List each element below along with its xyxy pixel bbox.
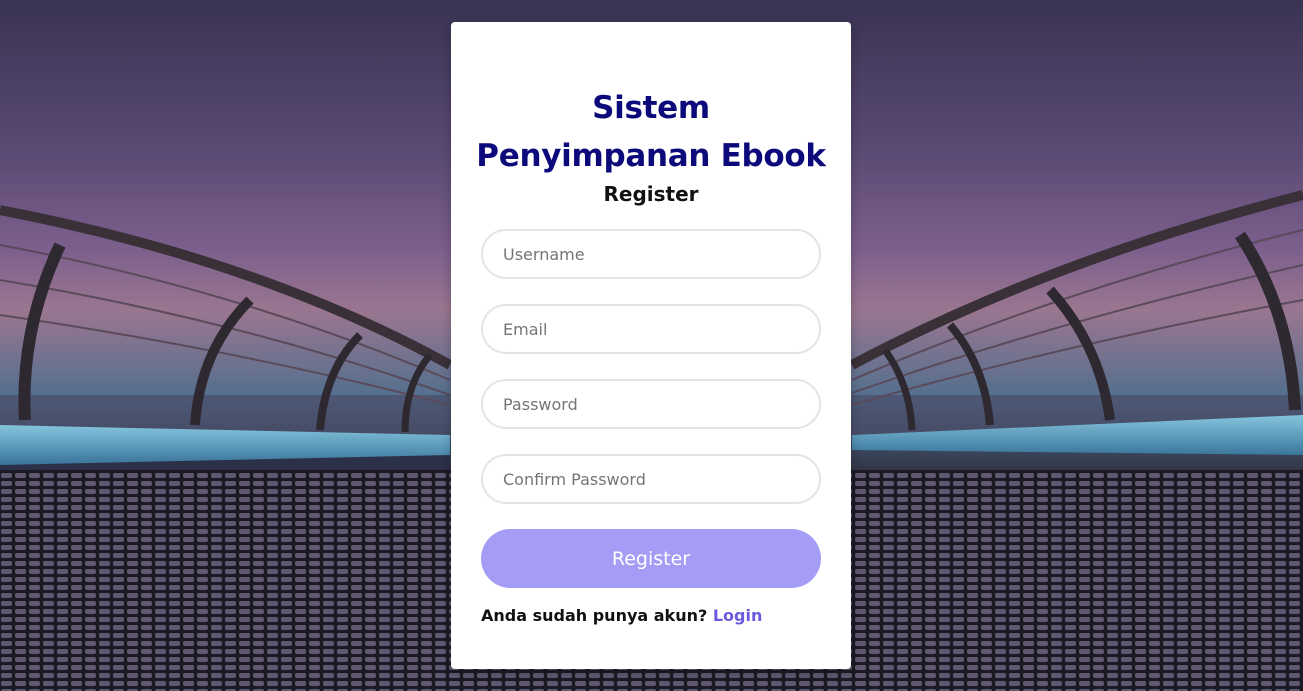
form-heading: Register xyxy=(603,182,699,206)
register-button[interactable]: Register xyxy=(481,529,821,588)
login-prompt: Anda sudah punya akun? Login xyxy=(481,604,762,628)
title-line-1: Sistem xyxy=(592,90,710,126)
title-line-2: Penyimpanan Ebook xyxy=(476,138,826,174)
login-prompt-text: Anda sudah punya akun? xyxy=(481,606,708,625)
confirm-password-input[interactable] xyxy=(481,454,821,504)
login-link[interactable]: Login xyxy=(713,606,763,625)
register-card: Sistem Penyimpanan Ebook Register Regist… xyxy=(451,22,851,669)
password-input[interactable] xyxy=(481,379,821,429)
page-title: Sistem Penyimpanan Ebook xyxy=(451,84,851,180)
username-input[interactable] xyxy=(481,229,821,279)
email-input[interactable] xyxy=(481,304,821,354)
